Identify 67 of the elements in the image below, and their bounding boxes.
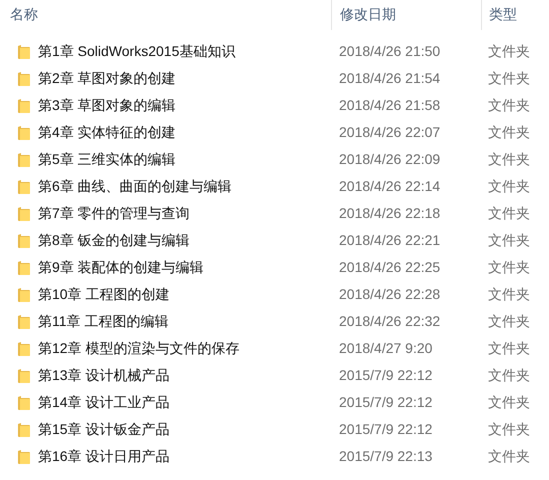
modified-date: 2018/4/26 22:21: [339, 232, 440, 248]
folder-icon: [17, 206, 31, 222]
file-name[interactable]: 第7章 零件的管理与查询: [38, 203, 190, 224]
file-name[interactable]: 第2章 草图对象的创建: [38, 68, 176, 89]
folder-icon: [17, 178, 31, 194]
column-header[interactable]: 名称: [10, 6, 38, 22]
file-name[interactable]: 第1章 SolidWorks2015基础知识: [38, 41, 236, 62]
file-type: 文件夹: [488, 178, 530, 194]
folder-icon: [17, 124, 31, 140]
folder-icon: [17, 368, 31, 384]
file-name[interactable]: 第11章 工程图的编辑: [38, 311, 168, 332]
file-type: 文件夹: [488, 70, 530, 86]
file-type: 文件夹: [488, 367, 530, 383]
folder-icon: [17, 44, 31, 60]
modified-date: 2018/4/26 22:14: [339, 178, 440, 194]
file-name[interactable]: 第6章 曲线、曲面的创建与编辑: [38, 176, 232, 197]
modified-date: 2018/4/26 22:32: [339, 313, 440, 329]
folder-icon: [17, 260, 31, 276]
file-type: 文件夹: [488, 151, 530, 167]
folder-icon: [17, 448, 31, 464]
file-name[interactable]: 第13章 设计机械产品: [38, 365, 170, 386]
modified-date: 2018/4/26 22:25: [339, 259, 440, 275]
file-name[interactable]: 第10章 工程图的创建: [38, 284, 170, 305]
file-type: 文件夹: [488, 286, 530, 302]
folder-icon: [17, 314, 31, 330]
file-type: 文件夹: [488, 205, 530, 221]
modified-date: 2018/4/26 22:18: [339, 205, 440, 221]
folder-icon: [17, 340, 31, 356]
column-header[interactable]: 修改日期: [340, 6, 396, 22]
folder-icon: [17, 98, 31, 114]
file-name[interactable]: 第9章 装配体的创建与编辑: [38, 257, 204, 278]
modified-date: 2018/4/26 21:58: [339, 97, 440, 113]
modified-date: 2015/7/9 22:12: [339, 394, 432, 410]
modified-date: 2018/4/26 22:09: [339, 151, 440, 167]
modified-date: 2018/4/26 22:28: [339, 286, 440, 302]
file-type: 文件夹: [488, 421, 530, 437]
modified-date: 2018/4/26 22:07: [339, 124, 440, 140]
column-header[interactable]: 类型: [489, 6, 517, 22]
file-type: 文件夹: [488, 340, 530, 356]
modified-date: 2015/7/9 22:13: [339, 448, 432, 464]
folder-icon: [17, 152, 31, 168]
file-type: 文件夹: [488, 97, 530, 113]
folder-icon: [17, 286, 31, 302]
modified-date: 2018/4/26 21:50: [339, 43, 440, 59]
modified-date: 2015/7/9 22:12: [339, 367, 432, 383]
file-name[interactable]: 第4章 实体特征的创建: [38, 122, 176, 143]
file-type: 文件夹: [488, 43, 530, 59]
file-name[interactable]: 第15章 设计钣金产品: [38, 419, 170, 440]
file-type: 文件夹: [488, 394, 530, 410]
file-name[interactable]: 第16章 设计日用产品: [38, 446, 170, 467]
file-name[interactable]: 第12章 模型的渲染与文件的保存: [38, 338, 240, 359]
modified-date: 2018/4/26 21:54: [339, 70, 440, 86]
file-name[interactable]: 第14章 设计工业产品: [38, 392, 170, 413]
modified-date: 2018/4/27 9:20: [339, 340, 432, 356]
file-name[interactable]: 第3章 草图对象的编辑: [38, 95, 176, 116]
folder-icon: [17, 394, 31, 410]
folder-icon: [17, 232, 31, 248]
file-name[interactable]: 第8章 钣金的创建与编辑: [38, 230, 190, 251]
modified-date: 2015/7/9 22:12: [339, 421, 432, 437]
file-type: 文件夹: [488, 313, 530, 329]
file-name[interactable]: 第5章 三维实体的编辑: [38, 149, 176, 170]
folder-icon: [17, 70, 31, 86]
file-type: 文件夹: [488, 124, 530, 140]
file-type: 文件夹: [488, 232, 530, 248]
file-type: 文件夹: [488, 259, 530, 275]
folder-icon: [17, 422, 31, 438]
file-type: 文件夹: [488, 448, 530, 464]
